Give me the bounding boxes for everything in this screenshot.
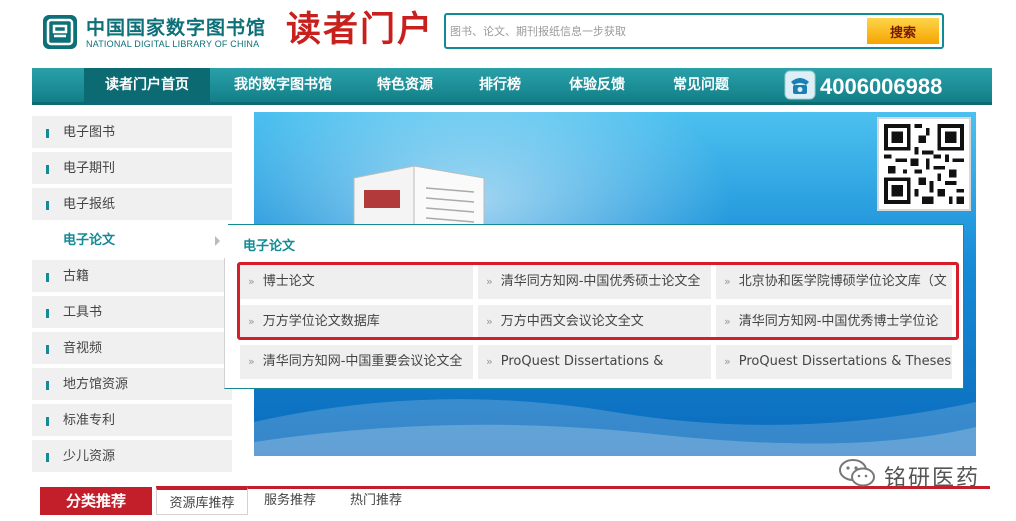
- sidebar-item-standards-patents[interactable]: 标准专利: [32, 404, 232, 438]
- sidebar-item-etheses[interactable]: 电子论文: [32, 224, 228, 258]
- portal-title: 读者门户: [286, 9, 435, 50]
- nav-item-ranking[interactable]: 排行榜: [466, 68, 534, 102]
- bullet-marker: [46, 417, 49, 426]
- bullet-marker: [46, 201, 49, 210]
- search-button[interactable]: 搜索: [867, 18, 939, 44]
- nav-item-my-library[interactable]: 我的数字图书馆: [224, 68, 342, 102]
- search-input[interactable]: [450, 18, 860, 44]
- nav-item-home[interactable]: 读者门户首页: [84, 68, 210, 102]
- nav-item-featured[interactable]: 特色资源: [364, 68, 446, 102]
- sidebar-item-label: 电子期刊: [63, 161, 116, 176]
- sidebar-item-label: 地方馆资源: [63, 377, 129, 392]
- sidebar-item-audio-video[interactable]: 音视频: [32, 332, 232, 366]
- sidebar-item-ancient-books[interactable]: 古籍: [32, 260, 232, 294]
- sidebar-item-label: 音视频: [63, 341, 103, 356]
- double-chevron-icon: »: [486, 355, 493, 368]
- chevron-right-icon: [215, 236, 220, 246]
- resource-link-label: ProQuest Dissertations &: [500, 354, 664, 369]
- sidebar-item-label: 古籍: [63, 269, 90, 284]
- sidebar-item-label: 标准专利: [63, 413, 116, 428]
- bullet-marker: [46, 129, 49, 138]
- sidebar-item-enewspapers[interactable]: 电子报纸: [32, 188, 232, 222]
- sidebar-item-reference-books[interactable]: 工具书: [32, 296, 232, 330]
- resource-link-proquest-theses[interactable]: » ProQuest Dissertations & Theses:: [716, 345, 952, 379]
- sidebar-item-local-libraries[interactable]: 地方馆资源: [32, 368, 232, 402]
- sidebar-item-label: 少儿资源: [63, 449, 116, 464]
- logo-english-name: NATIONAL DIGITAL LIBRARY OF CHINA: [86, 39, 260, 49]
- highlight-box: [237, 262, 959, 340]
- sidebar-item-ebooks[interactable]: 电子图书: [32, 116, 232, 150]
- search-bar: 搜索: [444, 13, 944, 49]
- qr-code-icon: [877, 117, 971, 211]
- bullet-marker: [46, 345, 49, 354]
- sidebar-item-children[interactable]: 少儿资源: [32, 440, 232, 474]
- nav-item-feedback[interactable]: 体验反馈: [556, 68, 638, 102]
- double-chevron-icon: »: [724, 355, 731, 368]
- tab-popular-recommend[interactable]: 热门推荐: [340, 487, 412, 515]
- dropdown-title: 电子论文: [243, 239, 296, 254]
- category-recommend-title: 分类推荐: [40, 487, 152, 515]
- bullet-marker: [46, 273, 49, 282]
- resource-link-label: ProQuest Dissertations & Theses:: [738, 354, 952, 369]
- bullet-marker: [46, 309, 49, 318]
- sidebar-item-label: 电子报纸: [63, 197, 116, 212]
- sidebar-item-label: 电子论文: [63, 233, 116, 248]
- bullet-marker: [46, 165, 49, 174]
- watermark-text: 铭研医药: [884, 466, 981, 491]
- logo-chinese-name: 中国国家数字图书馆: [86, 17, 267, 39]
- bullet-marker: [46, 381, 49, 390]
- sidebar-item-ejournals[interactable]: 电子期刊: [32, 152, 232, 186]
- bullet-marker: [46, 453, 49, 462]
- nav-item-faq[interactable]: 常见问题: [660, 68, 742, 102]
- double-chevron-icon: »: [248, 355, 255, 368]
- resource-link-label: 清华同方知网-中国重要会议论文全: [262, 354, 463, 369]
- sidebar-item-label: 电子图书: [63, 125, 116, 140]
- tab-database-recommend[interactable]: 资源库推荐: [156, 487, 248, 515]
- sidebar-item-label: 工具书: [63, 305, 103, 320]
- phone-icon: [784, 70, 816, 100]
- hotline-number: 4006006988: [820, 74, 943, 99]
- main-navbar: 读者门户首页 我的数字图书馆 特色资源 排行榜 体验反馈 常见问题 400600…: [32, 68, 992, 105]
- tab-service-recommend[interactable]: 服务推荐: [254, 487, 326, 515]
- wechat-icon: [839, 459, 875, 487]
- resource-link-cnki-conference[interactable]: » 清华同方知网-中国重要会议论文全: [240, 345, 473, 379]
- resource-link-proquest-dissertations[interactable]: » ProQuest Dissertations &: [478, 345, 711, 379]
- library-logo-icon: [43, 15, 77, 49]
